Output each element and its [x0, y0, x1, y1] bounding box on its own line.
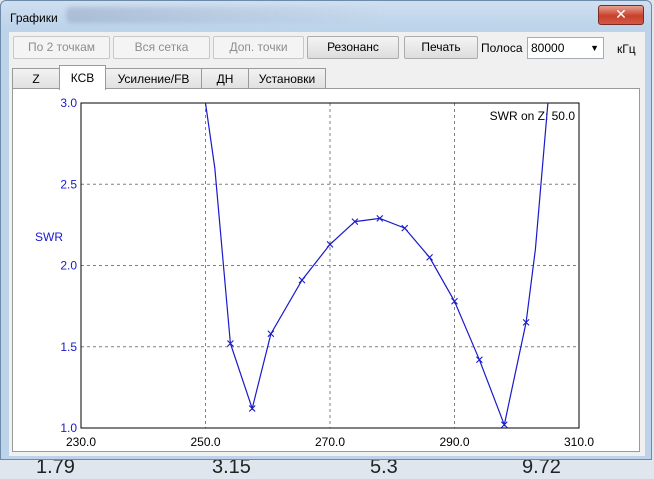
swr-chart: 1.0 1.5 2.0 2.5 3.0 230.0 250.0 270.0 290.0 310.0…: [35, 96, 594, 449]
chart-panel: 1.0 1.5 2.0 2.5 3.0 230.0 250.0 270.0 290.0 310.0…: [12, 88, 640, 452]
y-tick-label: 1.5: [60, 340, 77, 354]
y-axis-label: SWR: [35, 230, 63, 244]
close-button[interactable]: ✕: [598, 5, 644, 25]
swr-annotation: SWR on Z: 50.0: [490, 109, 576, 123]
x-tick-label: 230.0: [66, 435, 96, 449]
y-tick-label: 2.0: [60, 259, 77, 273]
two-points-button[interactable]: По 2 точкам: [13, 36, 110, 59]
blurred-background-title: [66, 7, 386, 23]
dropdown-arrow-icon[interactable]: ▼: [590, 38, 599, 58]
band-unit-label: кГц: [617, 42, 636, 56]
graphs-window: Графики ✕ По 2 точкам Вся сетка Доп. точ…: [0, 0, 652, 460]
y-tick-label: 3.0: [60, 96, 77, 110]
tab-gain-fb[interactable]: Усиление/FB: [105, 68, 202, 89]
print-button[interactable]: Печать: [404, 36, 478, 59]
y-tick-label: 2.5: [60, 177, 77, 191]
y-tick-label: 1.0: [60, 421, 77, 435]
band-value: 80000: [531, 41, 565, 55]
band-label: Полоса: [481, 41, 523, 55]
extra-points-button[interactable]: Доп. точки: [213, 36, 304, 59]
swr-series-line: [204, 103, 549, 427]
tab-settings[interactable]: Установки: [248, 68, 326, 89]
resonance-button[interactable]: Резонанс: [307, 36, 399, 59]
tab-z[interactable]: Z: [12, 68, 60, 89]
x-tick-label: 290.0: [439, 435, 469, 449]
whole-grid-button[interactable]: Вся сетка: [113, 36, 210, 59]
x-tick-label: 250.0: [190, 435, 220, 449]
title-bar[interactable]: Графики ✕: [1, 1, 651, 31]
band-select[interactable]: 80000 ▼: [527, 37, 604, 59]
x-tick-label: 270.0: [315, 435, 345, 449]
data-point-marker: [426, 253, 433, 261]
data-point-marker: [476, 356, 483, 364]
data-point-marker: [401, 224, 409, 232]
window-client-area: По 2 точкам Вся сетка Доп. точки Резонан…: [9, 32, 645, 456]
tab-pattern[interactable]: ДН: [201, 68, 249, 89]
x-tick-label: 310.0: [564, 435, 594, 449]
window-title: Графики: [10, 11, 58, 25]
data-point-marker: [298, 276, 306, 284]
tab-swr[interactable]: КСВ: [59, 65, 106, 90]
